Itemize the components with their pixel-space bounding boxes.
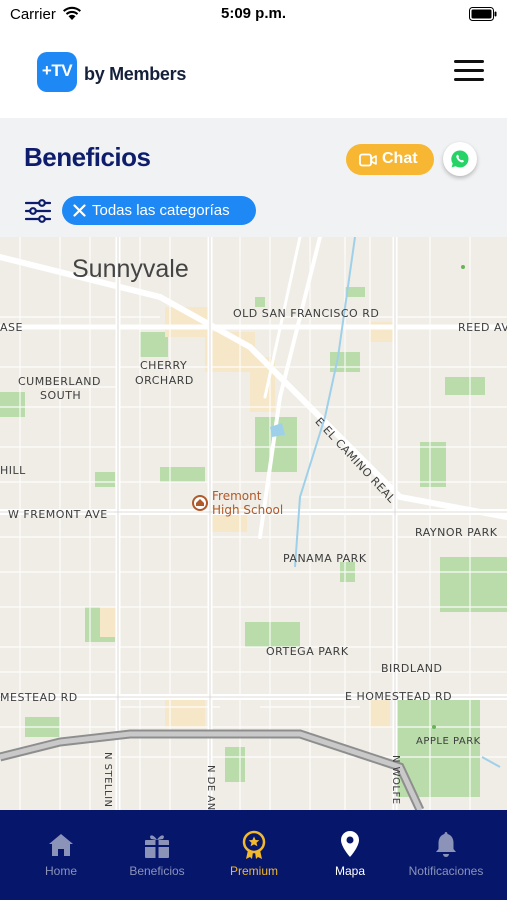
benefits-header: Beneficios Chat Todas las categorías bbox=[0, 118, 507, 237]
map-area-label: ORCHARD bbox=[135, 374, 194, 387]
nav-item-beneficios[interactable]: Beneficios bbox=[108, 810, 206, 900]
map-road-label: N WOLFE bbox=[390, 755, 401, 805]
nav-item-mapa[interactable]: Mapa bbox=[301, 810, 399, 900]
nav-item-premium[interactable]: Premium bbox=[205, 810, 303, 900]
category-filter-label: Todas las categorías bbox=[92, 202, 230, 219]
app-logo[interactable]: +TV bbox=[37, 52, 77, 92]
map-pin-icon bbox=[341, 831, 359, 857]
map-school-label: Fremont bbox=[212, 489, 262, 503]
map-road-label: E HOMESTEAD RD bbox=[345, 690, 453, 703]
map-road-label: N DE AN bbox=[205, 765, 216, 810]
gift-icon bbox=[145, 835, 169, 858]
map-city-label: Sunnyvale bbox=[72, 255, 189, 283]
nav-label-home: Home bbox=[44, 864, 77, 878]
hamburger-menu-icon[interactable] bbox=[454, 58, 484, 84]
map-area-label: CUMBERLAND bbox=[18, 375, 101, 388]
map-view[interactable]: Sunnyvale OLD SAN FRANCISCO RD REED AV A… bbox=[0, 237, 507, 810]
bell-icon bbox=[436, 832, 456, 857]
status-bar: Carrier 5:09 p.m. bbox=[0, 0, 507, 30]
map-area-label: APPLE PARK bbox=[416, 736, 481, 747]
nav-label-premium: Premium bbox=[229, 864, 278, 878]
logo-badge-text: +TV bbox=[41, 61, 73, 80]
map-area-label: ORTEGA PARK bbox=[266, 645, 349, 658]
medal-icon bbox=[242, 830, 266, 859]
home-icon bbox=[49, 834, 73, 856]
status-time: 5:09 p.m. bbox=[220, 5, 287, 22]
whatsapp-button[interactable] bbox=[443, 142, 477, 176]
nav-label-notificaciones: Notificaciones bbox=[408, 864, 484, 878]
chat-button-label: Chat bbox=[382, 150, 418, 167]
category-filter-chip[interactable]: Todas las categorías bbox=[62, 196, 256, 225]
battery-icon bbox=[469, 7, 497, 21]
map-canvas bbox=[0, 237, 507, 810]
video-camera-icon bbox=[359, 153, 377, 167]
map-school-label: High School bbox=[212, 503, 284, 517]
filter-sliders-icon[interactable] bbox=[25, 198, 51, 224]
nav-item-notificaciones[interactable]: Notificaciones bbox=[397, 810, 495, 900]
nav-label-beneficios: Beneficios bbox=[129, 864, 185, 878]
map-road-label: OLD SAN FRANCISCO RD bbox=[233, 307, 380, 320]
close-icon[interactable] bbox=[73, 204, 86, 217]
nav-item-home[interactable]: Home bbox=[12, 810, 110, 900]
map-area-label: BIRDLAND bbox=[381, 662, 443, 675]
map-area-label: PANAMA PARK bbox=[283, 552, 367, 565]
app-header: +TV by Members bbox=[0, 30, 507, 118]
map-road-label: MESTEAD RD bbox=[0, 691, 78, 704]
page-title: Beneficios bbox=[24, 142, 151, 172]
map-road-label: W FREMONT AVE bbox=[8, 508, 108, 521]
map-area-label: HILL bbox=[0, 464, 26, 477]
map-area-label: CHERRY bbox=[140, 359, 188, 372]
logo-text: by Members bbox=[84, 64, 187, 84]
chat-button[interactable]: Chat bbox=[346, 144, 434, 175]
map-area-label: SOUTH bbox=[40, 389, 82, 402]
map-road-label: N STELLIN bbox=[102, 752, 113, 808]
nav-label-mapa: Mapa bbox=[334, 864, 366, 878]
map-road-label: ASE bbox=[0, 321, 23, 334]
whatsapp-icon bbox=[451, 150, 469, 168]
map-road-label: REED AV bbox=[458, 321, 507, 334]
bottom-nav: Home Beneficios Premium Mapa Notificacio… bbox=[0, 810, 507, 900]
map-area-label: RAYNOR PARK bbox=[415, 526, 498, 539]
